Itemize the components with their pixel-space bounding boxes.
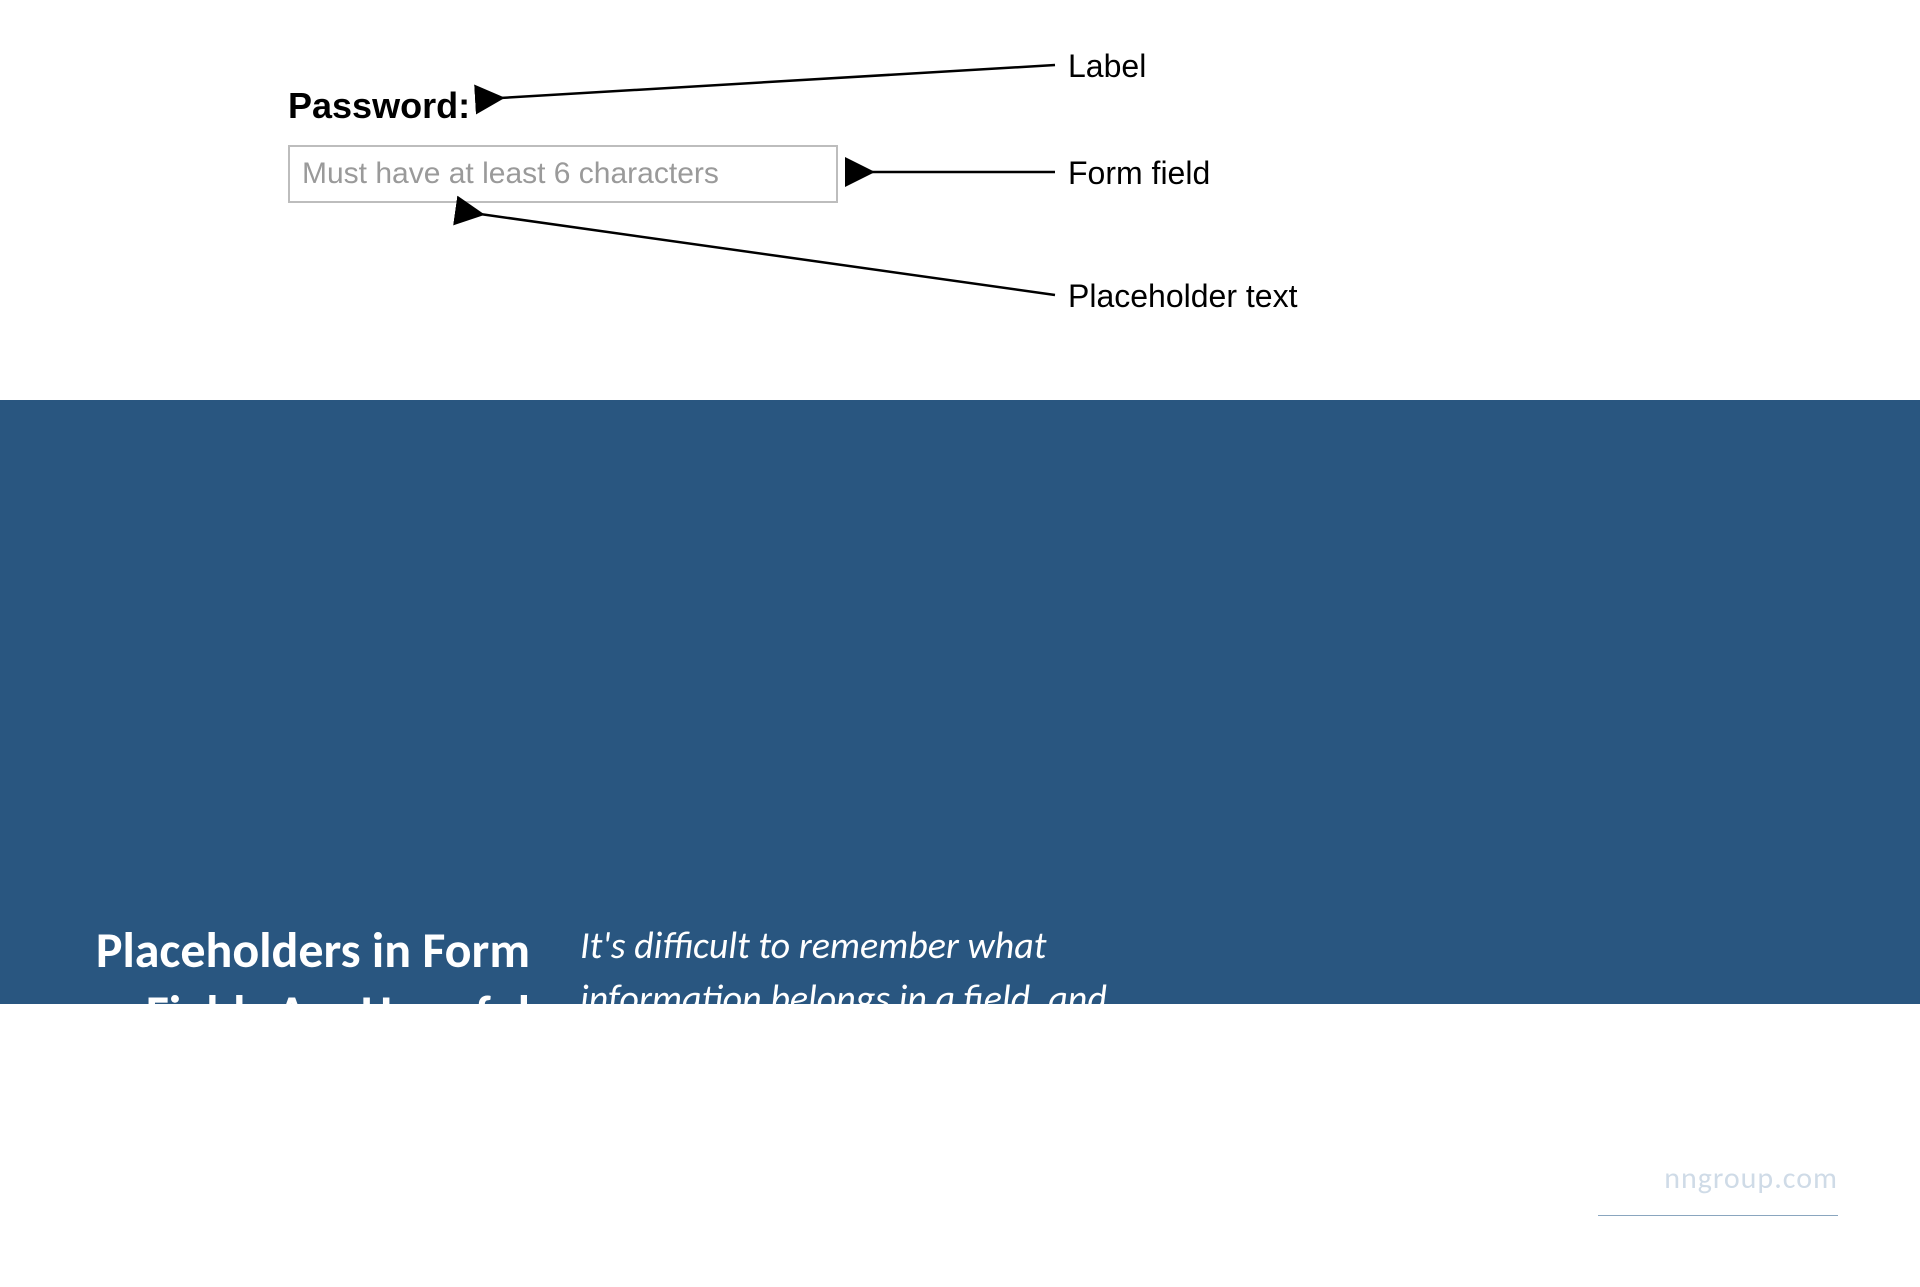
annotation-label: Label bbox=[1068, 48, 1146, 85]
brand-logo: NN/g bbox=[1598, 1234, 1838, 1287]
annotation-field: Form field bbox=[1068, 155, 1210, 192]
brand-divider bbox=[1598, 1215, 1838, 1216]
article-body: It's difficult to remember what informat… bbox=[580, 920, 1110, 1080]
placeholder-text: Must have at least 6 characters bbox=[302, 157, 719, 191]
brand-url: nngroup.com bbox=[1598, 1160, 1838, 1197]
annotation-placeholder: Placeholder text bbox=[1068, 278, 1297, 315]
article-headline: Placeholders in Form Fields Are Harmful bbox=[90, 920, 530, 1045]
caption-area: Placeholders in Form Fields Are Harmful … bbox=[0, 400, 1920, 1004]
social-card: Password: Must have at least 6 character… bbox=[0, 0, 1920, 1004]
logo-nn: NN bbox=[1722, 1235, 1792, 1286]
diagram-area: Password: Must have at least 6 character… bbox=[0, 0, 1920, 400]
form-label: Password: bbox=[288, 85, 470, 127]
brand-block: nngroup.com NN/g bbox=[1598, 1160, 1838, 1287]
logo-g: /g bbox=[1798, 1235, 1838, 1286]
password-input-illustration: Must have at least 6 characters bbox=[288, 145, 838, 203]
